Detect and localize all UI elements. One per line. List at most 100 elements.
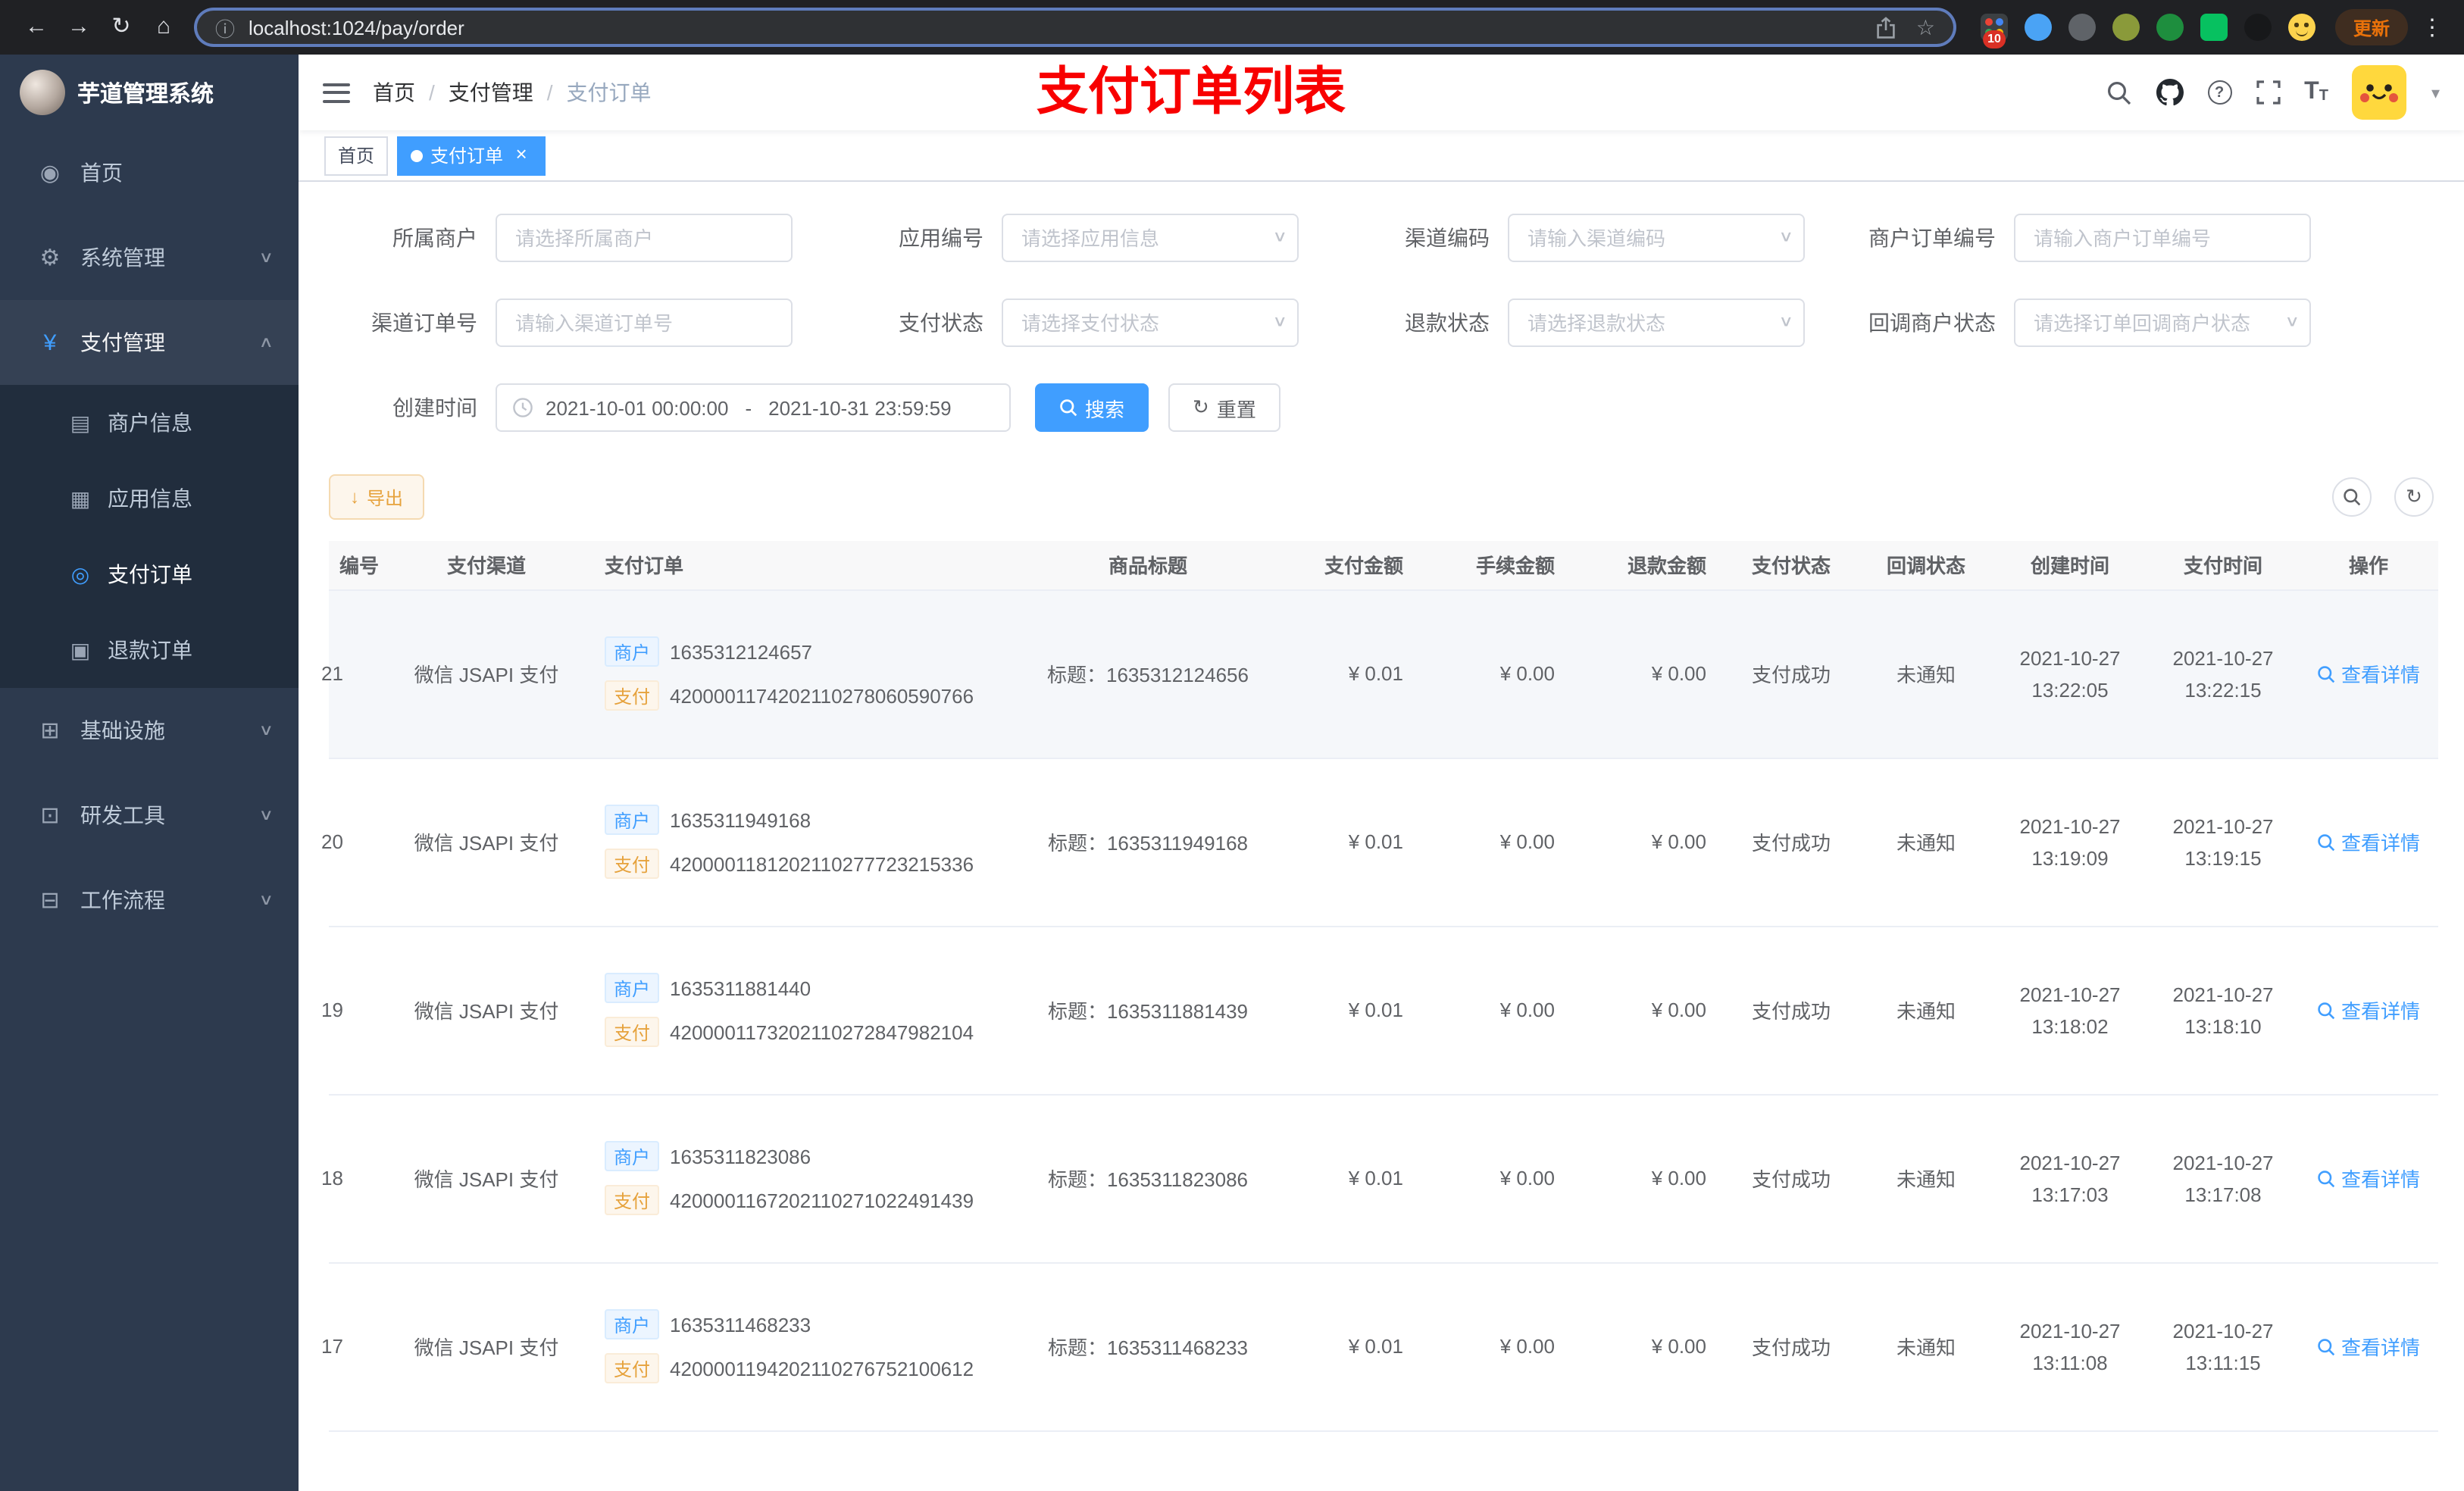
column-header: 手续金额 — [1420, 541, 1571, 590]
browser-update-button[interactable]: 更新 — [2334, 9, 2408, 45]
sidebar-item-pay-order[interactable]: ◎ 支付订单 — [0, 536, 299, 612]
column-header: 编号 — [329, 541, 389, 590]
extension-check-icon[interactable] — [2156, 14, 2184, 41]
tools-icon: ⊡ — [40, 803, 60, 829]
view-detail-link[interactable]: 查看详情 — [2317, 659, 2420, 688]
cell-refund: ¥ 0.00 — [1571, 758, 1723, 927]
extension-grid-icon[interactable]: 10 — [1980, 14, 2008, 48]
view-detail-link[interactable]: 查看详情 — [2317, 996, 2420, 1024]
browser-reload-button[interactable]: ↻ — [100, 6, 142, 48]
refresh-button[interactable]: ↻ — [2394, 477, 2434, 517]
url-text[interactable]: localhost:1024/pay/order — [249, 16, 1857, 39]
tab-pay-order[interactable]: 支付订单 × — [397, 136, 546, 175]
app-id-select[interactable] — [1002, 214, 1299, 262]
cell-create-time: 2021-10-27 13:22:05 — [1993, 589, 2147, 758]
pay-status-select[interactable] — [1002, 299, 1299, 347]
column-header: 退款金额 — [1571, 541, 1723, 590]
extension-gray-icon[interactable] — [2068, 14, 2096, 41]
search-button[interactable]: 搜索 — [1035, 383, 1149, 432]
export-button[interactable]: ↓ 导出 — [329, 474, 425, 520]
address-bar[interactable]: ⓘ localhost:1024/pay/order ☆ — [194, 8, 1956, 47]
extension-dark-icon[interactable] — [2244, 14, 2272, 41]
channel-order-no-input[interactable] — [496, 299, 793, 347]
view-detail-link[interactable]: 查看详情 — [2317, 827, 2420, 856]
field-channel-order-no: 渠道订单号 — [329, 299, 823, 347]
merchant-card-icon: ▤ — [70, 410, 91, 434]
merchant-order-no-input[interactable] — [2014, 214, 2311, 262]
page-title-annotation: 支付订单列表 — [1037, 64, 1346, 121]
pay-order-no: 4200001167202110271022491439 — [670, 1189, 974, 1211]
clock-icon — [513, 398, 533, 417]
browser-menu-button[interactable]: ⋮ — [2416, 14, 2449, 41]
sidebar-item-label: 支付管理 — [80, 330, 165, 355]
breadcrumb-home[interactable]: 首页 — [373, 77, 415, 108]
field-app-id: 应用编号 ∨ — [835, 214, 1329, 262]
logo-title: 芋道管理系统 — [77, 81, 214, 107]
view-detail-link[interactable]: 查看详情 — [2317, 1332, 2420, 1361]
tab-label: 支付订单 — [430, 145, 504, 167]
cell-notify-status: 未通知 — [1859, 1262, 1993, 1431]
chevron-down-icon: ∨ — [258, 722, 274, 739]
sidebar-item-home[interactable]: ◉ 首页 — [0, 130, 299, 215]
emoji-extension-icon[interactable] — [2287, 14, 2315, 41]
hide-search-button[interactable] — [2332, 477, 2372, 517]
cell-channel: 微信 JSAPI 支付 — [389, 926, 583, 1095]
cell-pay-time: 2021-10-27 13:18:10 — [2147, 926, 2299, 1095]
fullscreen-icon[interactable] — [2256, 80, 2280, 105]
extension-green-square-icon[interactable] — [2200, 14, 2228, 41]
view-icon — [2318, 833, 2335, 851]
cell-amount: ¥ 0.01 — [1288, 1094, 1420, 1263]
sidebar-toggle[interactable] — [323, 83, 350, 102]
github-icon[interactable] — [2156, 79, 2184, 106]
cell-pay-order: 商户 1635311823086 支付 4200001167202110271022… — [583, 1094, 1008, 1263]
sidebar-item-dev-tools[interactable]: ⊡ 研发工具 ∨ — [0, 773, 299, 858]
cell-action: 查看详情 — [2299, 758, 2438, 927]
logo-avatar — [20, 70, 65, 115]
notify-status-select[interactable] — [2014, 299, 2311, 347]
chevron-up-icon: ∧ — [258, 334, 274, 351]
refresh-icon: ↻ — [2406, 485, 2422, 508]
user-avatar[interactable] — [2352, 65, 2407, 120]
field-label: 渠道订单号 — [371, 311, 477, 335]
cell-notify-status: 未通知 — [1859, 589, 1993, 758]
merchant-order-no: 1635311881440 — [670, 977, 811, 999]
browser-forward-button[interactable]: → — [58, 6, 100, 48]
channel-code-select[interactable] — [1508, 214, 1805, 262]
caret-down-icon[interactable]: ▾ — [2431, 83, 2440, 102]
logo[interactable]: 芋道管理系统 — [0, 55, 299, 130]
browser-back-button[interactable]: ← — [15, 6, 58, 48]
browser-home-button[interactable]: ⌂ — [142, 6, 185, 48]
forward-icon: → — [67, 14, 90, 39]
site-info-icon[interactable]: ⓘ — [215, 13, 235, 42]
reset-button[interactable]: ↻ 重置 — [1168, 383, 1280, 432]
close-icon[interactable]: × — [511, 143, 532, 166]
sidebar-item-payment[interactable]: ¥ 支付管理 ∧ — [0, 300, 299, 385]
share-icon[interactable] — [1877, 16, 1896, 39]
back-icon: ← — [25, 14, 48, 39]
merchant-input[interactable] — [496, 214, 793, 262]
sidebar-item-system[interactable]: ⚙ 系统管理 ∨ — [0, 215, 299, 300]
column-header: 支付金额 — [1288, 541, 1420, 590]
sidebar-item-refund-order[interactable]: ▣ 退款订单 — [0, 612, 299, 688]
font-size-icon[interactable]: TT — [2304, 80, 2328, 105]
extension-olive-icon[interactable] — [2112, 14, 2140, 41]
bookmark-star-icon[interactable]: ☆ — [1916, 14, 1935, 40]
pay-tag: 支付 — [605, 680, 660, 711]
breadcrumb-section[interactable]: 支付管理 — [449, 77, 533, 108]
extension-drop-icon[interactable] — [2024, 14, 2052, 41]
view-detail-link[interactable]: 查看详情 — [2317, 1164, 2420, 1192]
tab-home[interactable]: 首页 — [324, 136, 389, 175]
cell-create-time — [1993, 1430, 2147, 1491]
sidebar-item-app-info[interactable]: ▦ 应用信息 — [0, 461, 299, 536]
sidebar-item-label: 基础设施 — [80, 718, 165, 742]
column-header: 支付状态 — [1723, 541, 1859, 590]
help-icon[interactable]: ? — [2207, 80, 2232, 105]
sidebar-item-infrastructure[interactable]: ⊞ 基础设施 ∨ — [0, 688, 299, 773]
cell-title: 标题：1635311468233 — [1008, 1262, 1288, 1431]
sidebar-item-workflow[interactable]: ⊟ 工作流程 ∨ — [0, 858, 299, 942]
search-icon[interactable] — [2106, 80, 2131, 105]
sidebar-item-merchant-info[interactable]: ▤ 商户信息 — [0, 385, 299, 461]
date-range-picker[interactable]: 2021-10-01 00:00:00 - 2021-10-31 23:59:5… — [496, 383, 1011, 432]
cell-refund: ¥ 0.00 — [1571, 1262, 1723, 1431]
refund-status-select[interactable] — [1508, 299, 1805, 347]
